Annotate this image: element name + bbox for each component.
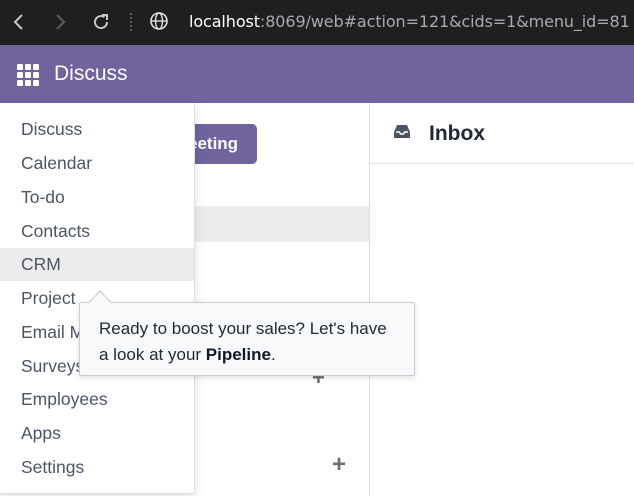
thread-title: Inbox [429, 122, 485, 145]
address-bar[interactable]: localhost:8069/web#action=121&cids=1&men… [189, 11, 630, 33]
tooltip-text-end: . [270, 345, 276, 364]
menu-item-todo[interactable]: To-do [0, 181, 194, 214]
plus-icon[interactable]: + [332, 453, 346, 477]
start-meeting-label: eeting [188, 134, 239, 153]
browser-toolbar: localhost:8069/web#action=121&cids=1&men… [0, 0, 634, 45]
app-title[interactable]: Discuss [54, 61, 128, 87]
app-navbar: Discuss [0, 45, 634, 103]
thread-header: Inbox [371, 103, 634, 164]
toolbar-separator [130, 13, 132, 31]
tooltip-arrow-fill [89, 292, 111, 303]
globe-icon [150, 12, 168, 30]
chevron-right-icon [56, 14, 66, 30]
reload-icon [94, 14, 109, 30]
menu-item-calendar[interactable]: Calendar [0, 147, 194, 180]
back-button[interactable] [3, 6, 35, 38]
forward-button[interactable] [44, 6, 76, 38]
reload-button[interactable] [85, 6, 117, 38]
menu-item-contacts[interactable]: Contacts [0, 215, 194, 248]
url-host: localhost [189, 12, 260, 31]
menu-item-discuss[interactable]: Discuss [0, 113, 194, 146]
site-info-button[interactable] [146, 8, 172, 34]
menu-item-employees[interactable]: Employees [0, 383, 194, 416]
tour-tooltip[interactable]: Ready to boost your sales? Let's have a … [79, 302, 415, 376]
tooltip-highlight: Pipeline [205, 345, 271, 364]
menu-item-settings[interactable]: Settings [0, 451, 194, 484]
menu-item-crm[interactable]: CRM [0, 248, 194, 281]
url-path: :8069/web#action=121&cids=1&menu_id=81 [259, 12, 630, 31]
grid-icon[interactable] [17, 64, 39, 86]
menu-item-apps[interactable]: Apps [0, 417, 194, 450]
chevron-left-icon [13, 14, 23, 30]
inbox-icon [394, 125, 410, 138]
